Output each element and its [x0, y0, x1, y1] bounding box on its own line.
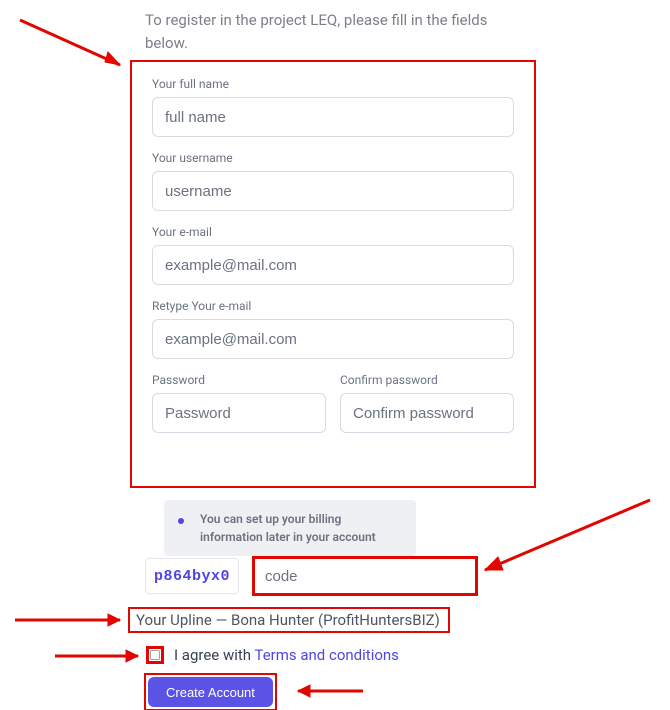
submit-highlight: Create Account: [144, 673, 277, 710]
email-input[interactable]: [152, 245, 514, 285]
confirm-password-label: Confirm password: [340, 373, 514, 387]
fullname-label: Your full name: [152, 77, 514, 91]
annotation-arrow-icon: [288, 683, 368, 703]
annotation-arrow-icon: [460, 495, 660, 585]
captcha-image: p864byx0: [145, 558, 239, 594]
agree-checkbox[interactable]: [150, 650, 160, 660]
info-dot-icon: [178, 518, 184, 524]
agree-text: I agree with Terms and conditions: [174, 646, 399, 664]
agree-row: I agree with Terms and conditions: [146, 646, 399, 664]
email-label: Your e-mail: [152, 225, 514, 239]
password-input[interactable]: [152, 393, 326, 433]
upline-info: Your Upline — Bona Hunter (ProfitHunters…: [128, 607, 450, 633]
username-label: Your username: [152, 151, 514, 165]
captcha-input[interactable]: [257, 561, 473, 591]
billing-info-text: You can set up your billing information …: [200, 512, 376, 544]
captcha-highlight: [252, 556, 478, 596]
retype-email-label: Retype Your e-mail: [152, 299, 514, 313]
fullname-input[interactable]: [152, 97, 514, 137]
intro-text: To register in the project LEQ, please f…: [145, 9, 505, 54]
terms-link[interactable]: Terms and conditions: [254, 646, 398, 664]
password-label: Password: [152, 373, 326, 387]
annotation-arrow-icon: [50, 648, 150, 668]
agree-prefix: I agree with: [174, 646, 254, 664]
create-account-button[interactable]: Create Account: [148, 677, 273, 707]
username-input[interactable]: [152, 171, 514, 211]
annotation-arrow-icon: [10, 610, 135, 630]
retype-email-input[interactable]: [152, 319, 514, 359]
registration-form-box: Your full name Your username Your e-mail…: [130, 60, 536, 488]
billing-info-note: You can set up your billing information …: [164, 500, 416, 556]
annotation-arrow-icon: [10, 10, 140, 80]
confirm-password-input[interactable]: [340, 393, 514, 433]
